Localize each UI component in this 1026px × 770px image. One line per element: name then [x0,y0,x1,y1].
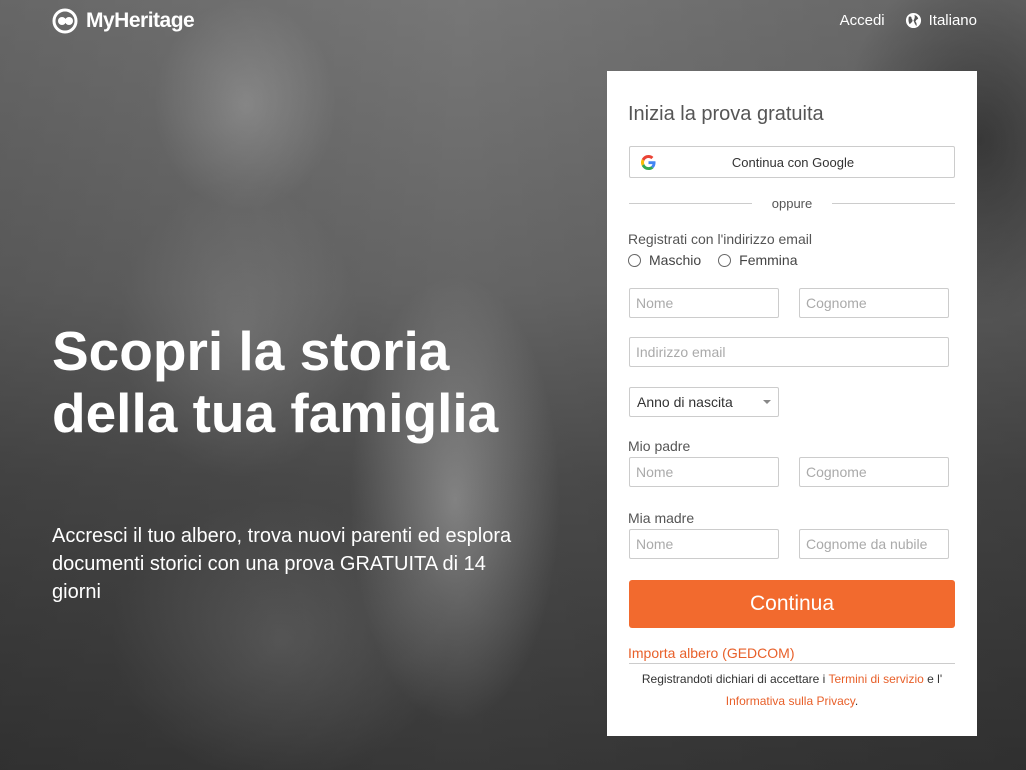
privacy-policy-link[interactable]: Informativa sulla Privacy [726,694,855,708]
father-last-name-input[interactable] [799,457,949,487]
divider-text: oppure [771,195,813,211]
landing-page: MyHeritage Accedi Italiano Scopri la sto… [0,0,1026,770]
divider-line-left [629,202,752,204]
hero-title: Scopri la storia della tua famiglia [52,320,499,444]
caret-down-icon [763,400,771,404]
google-icon [641,154,656,170]
legal-prefix: Registrandoti dichiari di accettare i [641,672,826,686]
mother-maiden-name-input[interactable] [799,529,949,559]
gender-male-label: Maschio [649,252,702,268]
mother-first-name-input[interactable] [629,529,779,559]
signup-panel: Inizia la prova gratuita Continua con Go… [607,71,977,736]
divider-line-right [832,202,956,204]
language-label: Italiano [928,12,977,29]
father-first-name-input[interactable] [629,457,779,487]
google-button-label: Continua con Google [731,154,855,170]
google-signin-button[interactable]: Continua con Google [629,146,955,178]
email-input[interactable] [629,337,949,367]
gender-female-option[interactable]: Femmina [718,252,798,268]
logo[interactable]: MyHeritage [52,8,195,34]
legal-notice: Registrandoti dichiari di accettare i Te… [629,668,955,712]
birth-year-value: Anno di nascita [637,394,733,410]
globe-icon [905,12,921,29]
signup-title: Inizia la prova gratuita [628,103,824,125]
mother-label: Mia madre [628,510,695,526]
myheritage-logo-icon [52,8,78,34]
login-link[interactable]: Accedi [840,12,885,29]
top-navigation: Accedi Italiano [840,12,977,29]
import-gedcom-link[interactable]: Importa albero (GEDCOM) [628,645,794,661]
legal-conjunction: e l' [927,672,943,686]
email-signup-label: Registrati con l'indirizzo email [628,231,812,247]
continue-button[interactable]: Continua [629,580,955,628]
gender-selector: Maschio Femmina [628,252,815,268]
terms-of-service-link[interactable]: Termini di servizio [828,672,923,686]
legal-suffix: . [854,694,859,708]
gender-male-option[interactable]: Maschio [628,252,701,268]
or-divider: oppure [629,193,956,213]
language-selector[interactable]: Italiano [905,12,977,29]
first-name-input[interactable] [629,288,779,318]
father-label: Mio padre [628,438,691,454]
last-name-input[interactable] [799,288,949,318]
gender-female-label: Femmina [739,252,798,268]
gender-female-radio[interactable] [718,253,732,267]
legal-divider [629,663,955,664]
birth-year-select[interactable]: Anno di nascita [629,387,779,417]
gender-male-radio[interactable] [628,253,641,267]
logo-text: MyHeritage [86,9,195,32]
hero-subtitle: Accresci il tuo albero, trova nuovi pare… [52,525,512,603]
